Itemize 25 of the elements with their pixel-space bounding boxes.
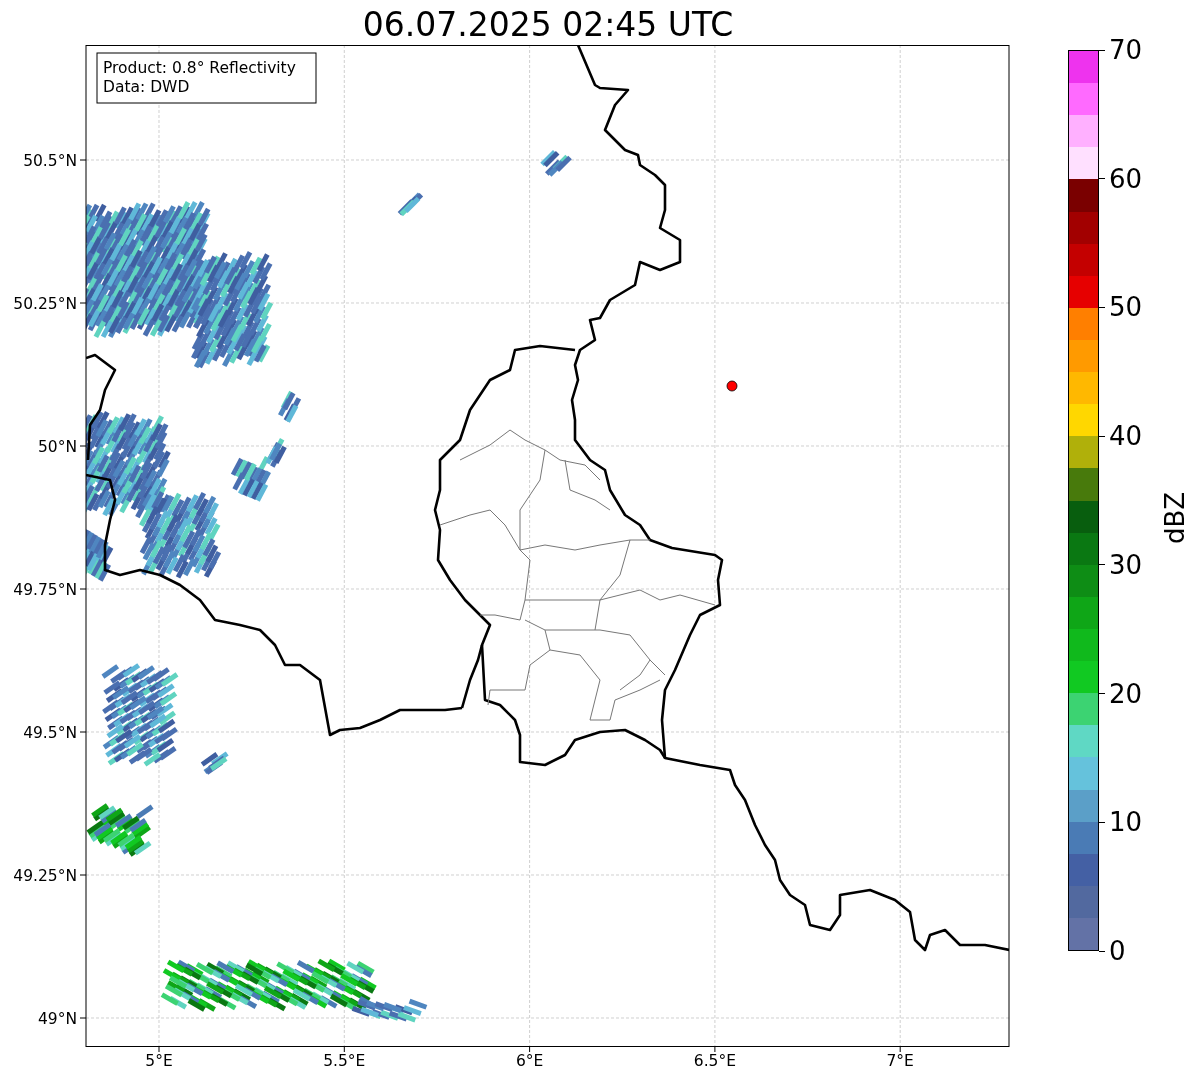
station-marker <box>726 380 738 392</box>
chart-title: 06.07.2025 02:45 UTC <box>361 4 735 45</box>
tick-label: 49°N <box>37 1010 77 1028</box>
tick-label: 6°E <box>515 1052 544 1070</box>
tick-label: 5°E <box>145 1052 173 1070</box>
tick-label: 50.5°N <box>23 152 77 170</box>
tick-label: 20 <box>1109 678 1143 709</box>
tick-label: 0 <box>1109 936 1126 966</box>
tick-label: 49.5°N <box>23 724 77 742</box>
tick-label: 60 <box>1109 163 1143 194</box>
info-text: Product: 0.8° Reflectivity <box>103 59 296 77</box>
colorbar-label: dBZ <box>1160 491 1191 545</box>
tick-label: 50°N <box>37 438 77 456</box>
tick-label: 50.25°N <box>13 295 77 313</box>
tick-label: 30 <box>1109 549 1143 580</box>
tick-label: 49.75°N <box>13 581 77 599</box>
tick-label: 50 <box>1109 292 1143 323</box>
info-text: Data: DWD <box>103 78 190 96</box>
tick-label: 70 <box>1109 35 1143 65</box>
tick-label: 5.5°E <box>323 1052 366 1070</box>
tick-label: 40 <box>1109 421 1143 452</box>
tick-label: 10 <box>1109 807 1143 838</box>
tick-label: 49.25°N <box>13 867 77 885</box>
tick-label: 6.5°E <box>693 1052 736 1070</box>
tick-label: 7°E <box>886 1052 914 1070</box>
